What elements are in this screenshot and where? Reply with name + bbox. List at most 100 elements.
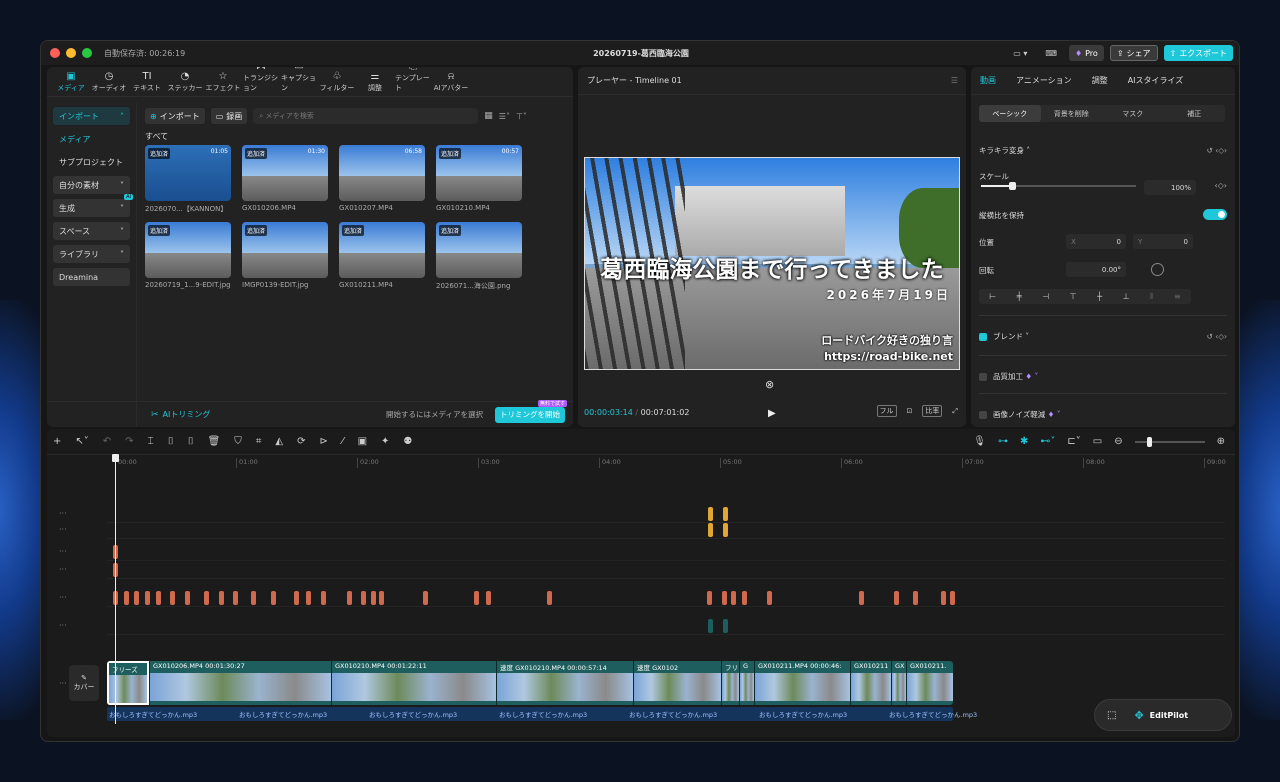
playhead[interactable] — [112, 454, 119, 724]
tool-caption[interactable]: ▭キャプション — [281, 67, 317, 96]
clip-marker[interactable] — [294, 591, 299, 605]
audio-clip-name[interactable]: おもしろすぎてどっかん.mp3 — [629, 709, 717, 719]
blend-section[interactable]: ブレンド ˅ ↺ ‹◇› — [979, 331, 1227, 342]
track-menu-icon[interactable]: ··· — [59, 547, 67, 556]
subtab-0[interactable]: ベーシック — [979, 105, 1041, 122]
sidebar-dreamina[interactable]: Dreamina — [53, 268, 130, 286]
clip-marker[interactable] — [156, 591, 161, 605]
clip-marker[interactable] — [321, 591, 326, 605]
rotate-icon[interactable]: ⟳ — [297, 436, 305, 447]
media-search-input[interactable]: ⌕ メディアを検索 — [253, 108, 479, 124]
sparkle-section[interactable]: キラキラ変身 ˄ ↺ ‹◇› — [979, 145, 1227, 156]
grid-view-icon[interactable]: ▦ — [484, 111, 493, 121]
clip-marker[interactable] — [767, 591, 772, 605]
align-right-icon[interactable]: ⊣ — [1042, 292, 1049, 301]
clip-marker[interactable] — [950, 591, 955, 605]
freeze-icon[interactable]: ⊳ — [320, 436, 328, 447]
pro-button[interactable]: ♦ Pro — [1068, 45, 1104, 61]
reset-icon[interactable]: ↺ ‹◇› — [1207, 332, 1227, 341]
tab-2[interactable]: 調整 — [1092, 75, 1108, 86]
zoom-window-button[interactable] — [82, 48, 92, 58]
ai-person-icon[interactable]: ⚉ — [403, 436, 412, 447]
video-clip[interactable]: GX010211 — [850, 661, 891, 705]
sidebar-media[interactable]: メディア — [53, 130, 130, 148]
clip-marker[interactable] — [742, 591, 747, 605]
snapshot-icon[interactable]: ⊡ — [907, 407, 913, 415]
delete-icon[interactable]: 🗑︎ — [208, 436, 221, 447]
linkage-icon[interactable]: ⊷˅ — [1040, 436, 1055, 447]
clip-marker[interactable] — [251, 591, 256, 605]
checkbox-icon[interactable] — [979, 372, 987, 381]
video-clip[interactable]: GX010210.MP4 00:01:22:11 — [331, 661, 496, 705]
clip-marker[interactable] — [913, 591, 918, 605]
track-menu-icon[interactable]: ··· — [59, 565, 67, 574]
clip-marker[interactable] — [731, 591, 736, 605]
import-button[interactable]: ⊕ インポート — [145, 108, 205, 124]
export-button[interactable]: ⇧ エクスポート — [1163, 45, 1233, 61]
align-center-icon[interactable]: ╪ — [1017, 292, 1022, 301]
align-middle-icon[interactable]: ┼ — [1097, 292, 1102, 301]
tool-audio[interactable]: ◷ オーディオ — [91, 71, 127, 96]
video-clip[interactable]: フリーズ — [107, 661, 149, 705]
clip-marker[interactable] — [185, 591, 190, 605]
clip-marker[interactable] — [547, 591, 552, 605]
preview-axis-icon[interactable]: ⊏˅ — [1067, 436, 1080, 447]
clip-marker[interactable] — [170, 591, 175, 605]
clip-marker[interactable] — [723, 619, 728, 633]
undo-icon[interactable]: ↶ — [103, 436, 111, 447]
filter-icon[interactable]: ⊤˅ — [516, 112, 527, 121]
video-clip[interactable]: GX010211. — [906, 661, 953, 705]
shield-icon[interactable]: ⛉ — [234, 436, 242, 447]
redo-icon[interactable]: ↷ — [125, 436, 133, 447]
subtab-2[interactable]: マスク — [1102, 105, 1164, 122]
sidebar-library[interactable]: ライブラリ ˅ — [53, 245, 130, 263]
quality-section[interactable]: 品質加工 ♦ ˅ — [979, 371, 1038, 382]
tab-0[interactable]: 動画 — [980, 75, 996, 86]
video-clip[interactable]: GX010211.MP4 00:00:46: — [754, 661, 850, 705]
tool-transition[interactable]: ⋈トランジション — [243, 67, 279, 96]
selection-icon[interactable]: ⬚ — [1107, 710, 1116, 721]
clip-marker[interactable] — [474, 591, 479, 605]
shortcut-icon[interactable]: ⌨ — [1039, 45, 1063, 61]
sidebar-subproject[interactable]: サブプロジェクト — [53, 153, 130, 171]
sidebar-generate[interactable]: 生成 ˅ AI — [53, 194, 133, 217]
clip-marker[interactable] — [204, 591, 209, 605]
checkbox-icon[interactable] — [979, 410, 987, 419]
video-clip[interactable]: G — [739, 661, 754, 705]
mirror-icon[interactable]: ◭ — [275, 436, 283, 447]
audio-clip-name[interactable]: おもしろすぎてどっかん.mp3 — [239, 709, 327, 719]
tool-template[interactable]: ⎘テンプレート — [395, 67, 431, 96]
video-clip[interactable]: フリ — [721, 661, 739, 705]
track-menu-icon[interactable]: ··· — [59, 593, 67, 602]
clip-marker[interactable] — [124, 591, 129, 605]
zoom-in-icon[interactable]: ⊕ — [1217, 436, 1225, 447]
play-button[interactable]: ▶ — [768, 408, 776, 419]
editpilot-widget[interactable]: ⬚ ✥ EditPilot — [1094, 699, 1232, 731]
split-icon[interactable]: ⌶ — [148, 436, 154, 447]
media-thumbnail[interactable]: 追加済 — [339, 222, 425, 278]
clip-marker[interactable] — [347, 591, 352, 605]
share-button[interactable]: ⇪ シェア — [1109, 45, 1158, 61]
clip-marker[interactable] — [708, 507, 713, 521]
video-clip[interactable]: GX010206.MP4 00:01:30:27 — [149, 661, 331, 705]
video-preview[interactable]: 葛西臨海公園まで行ってきました 2026年7月19日 ロードバイク好きの独り言 … — [584, 157, 960, 370]
full-quality-button[interactable]: フル — [876, 405, 897, 417]
rotate-input[interactable]: 0.00° — [1066, 262, 1126, 277]
clip-marker[interactable] — [941, 591, 946, 605]
layout-icon[interactable]: ▭ ▾ — [1007, 45, 1033, 61]
scale-value-input[interactable]: 100% — [1144, 180, 1196, 195]
clip-marker[interactable] — [361, 591, 366, 605]
scale-slider[interactable] — [981, 182, 1136, 190]
split-right-icon[interactable]: ⌷ — [188, 436, 194, 447]
video-clip[interactable]: GX — [891, 661, 906, 705]
zoom-slider-knob[interactable] — [1146, 436, 1152, 447]
select-tool-icon[interactable]: ↖˅ — [75, 436, 88, 447]
clip-marker[interactable] — [708, 619, 713, 633]
tool-filter[interactable]: ♧ フィルター — [319, 71, 355, 96]
close-window-button[interactable] — [50, 48, 60, 58]
clip-marker[interactable] — [271, 591, 276, 605]
position-x-input[interactable]: X0 — [1066, 234, 1126, 249]
magic-wand-icon[interactable]: ⁄ — [342, 436, 344, 447]
tool-sticker[interactable]: ◔ ステッカー — [167, 71, 203, 96]
audio-clip-name[interactable]: おもしろすぎてどっかん.mp3 — [759, 709, 847, 719]
